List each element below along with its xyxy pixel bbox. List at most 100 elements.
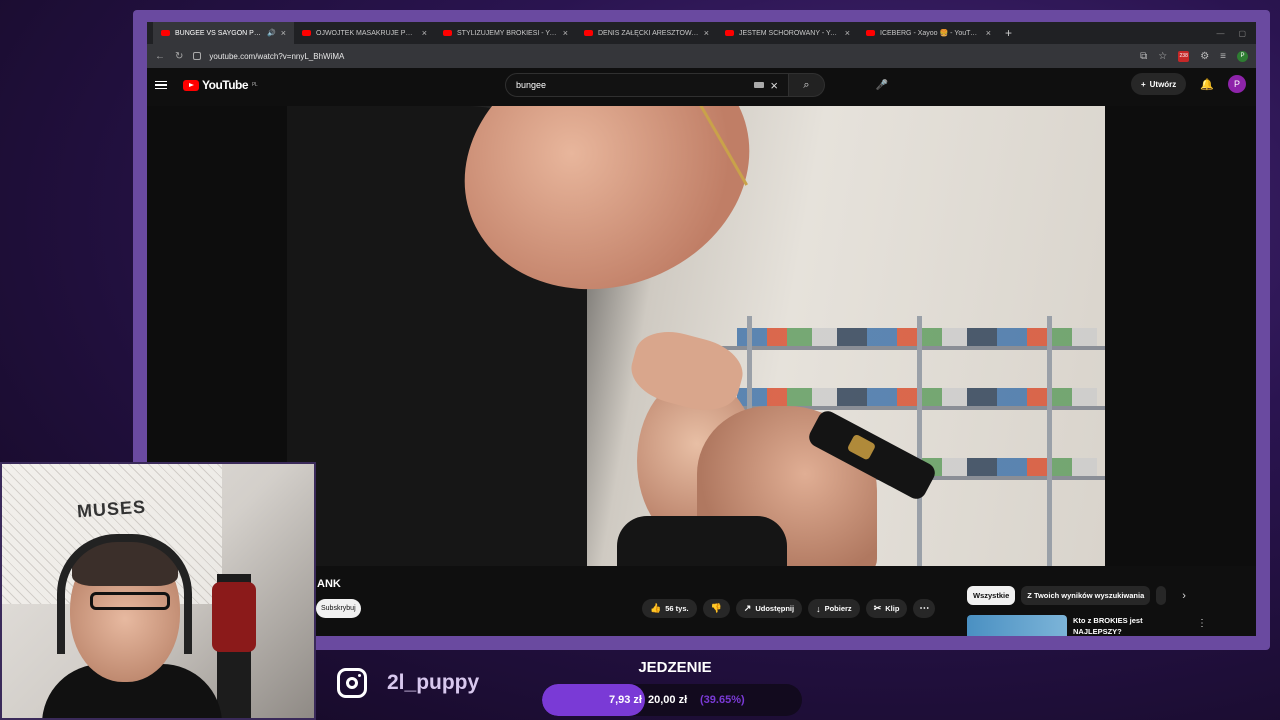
tab-title: ICEBERG - Xayoo 🍔 - YouTube — [880, 30, 981, 37]
extensions-puzzle-icon[interactable]: ⚙ — [1200, 51, 1209, 62]
video-player[interactable] — [287, 106, 1105, 566]
search-value: bungee — [516, 80, 547, 90]
download-label: Pobierz — [824, 604, 852, 613]
more-dots-icon: ⋯ — [919, 603, 930, 614]
instagram-block: 2l_puppy — [337, 668, 479, 698]
search-button[interactable]: ⌕ — [789, 73, 825, 97]
minimize-icon[interactable]: — — [1216, 29, 1224, 38]
video-title: ANK — [317, 578, 341, 590]
video-actions: 👍 56 tys. 👎 ↗ Udostępnij ↓ Pobierz ✂ Kli… — [642, 599, 936, 618]
chip-all[interactable]: Wszystkie — [967, 586, 1016, 605]
close-tab-icon[interactable]: × — [281, 28, 286, 38]
tab-title: OJWOJTEK MASAKRUJE POLSKI — [316, 29, 417, 37]
voice-search-icon[interactable]: 🎤 — [872, 75, 892, 95]
like-count: 56 tys. — [665, 604, 689, 613]
tab-title: STYLIZUJEMY BROKIESI - YouTube — [457, 29, 558, 37]
search-icon: ⌕ — [803, 78, 810, 91]
youtube-favicon-icon — [161, 30, 170, 36]
new-tab-button[interactable]: + — [999, 26, 1018, 40]
tab-title: DENIS ZAŁĘCKI ARESZTOWANY — [598, 29, 699, 37]
thumbs-up-icon: 👍 — [650, 603, 662, 613]
keyboard-icon[interactable] — [754, 82, 765, 88]
extension-badge-icon[interactable]: 238 — [1178, 50, 1190, 62]
recommended-thumbnail[interactable] — [967, 615, 1067, 636]
microphone — [212, 582, 256, 652]
tab-3[interactable]: STYLIZUJEMY BROKIESI - YouTube × — [435, 22, 576, 44]
site-info-icon[interactable] — [193, 52, 202, 60]
webcam: MUSES — [0, 462, 316, 720]
plus-icon: + — [1140, 79, 1146, 89]
chevron-right-icon[interactable]: › — [1182, 590, 1186, 602]
clip-button[interactable]: ✂ Klip — [865, 599, 908, 618]
tab-2[interactable]: OJWOJTEK MASAKRUJE POLSKI × — [294, 22, 435, 44]
close-tab-icon[interactable]: × — [563, 28, 568, 38]
chip-more[interactable] — [1156, 586, 1167, 605]
youtube-favicon-icon — [302, 30, 311, 36]
download-icon: ↓ — [816, 603, 821, 614]
reload-icon[interactable]: ↻ — [175, 51, 183, 62]
tab-4[interactable]: DENIS ZAŁĘCKI ARESZTOWANY × — [576, 22, 717, 44]
window-controls: — ▢ — [1216, 29, 1256, 38]
clear-search-icon[interactable]: × — [770, 78, 778, 93]
youtube-favicon-icon — [866, 30, 875, 36]
header-right: + Utwórz 🔔 P — [1130, 73, 1246, 95]
subscribe-button[interactable]: Subskrybuj — [316, 599, 361, 618]
maximize-icon[interactable]: ▢ — [1238, 29, 1246, 38]
youtube-favicon-icon — [443, 30, 452, 36]
sleeve — [617, 516, 787, 566]
url-field[interactable]: youtube.com/watch?v=nnyL_BhWiMA — [193, 52, 1130, 61]
search-bar: bungee × ⌕ — [505, 73, 825, 97]
logo-region: PL — [252, 82, 258, 88]
goal-title: JEDZENIE — [638, 659, 712, 676]
close-tab-icon[interactable]: × — [986, 28, 991, 38]
speaker-icon[interactable]: 🔊 — [267, 29, 276, 37]
chip-from-search[interactable]: Z Twoich wyników wyszukiwania — [1021, 586, 1151, 605]
scissors-icon: ✂ — [873, 603, 882, 613]
notifications-bell-icon[interactable]: 🔔 — [1200, 78, 1214, 91]
bookmark-star-icon[interactable]: ☆ — [1158, 51, 1167, 62]
hamburger-menu-icon[interactable] — [155, 80, 167, 90]
profile-icon[interactable]: P — [1237, 50, 1248, 62]
like-button[interactable]: 👍 56 tys. — [642, 599, 697, 618]
tab-1[interactable]: BUNGEE VS SAYGON PRANK 🔊 × — [153, 22, 294, 44]
install-app-icon[interactable]: ⧉ — [1140, 51, 1147, 62]
search-input[interactable]: bungee × — [505, 73, 789, 97]
youtube-logo[interactable]: YouTube PL — [183, 78, 258, 92]
reading-list-icon[interactable]: ≡ — [1220, 51, 1226, 62]
goal-percent: (39.65%) — [700, 694, 745, 706]
youtube-play-icon — [183, 79, 199, 91]
youtube-favicon-icon — [725, 30, 734, 36]
create-label: Utwórz — [1149, 79, 1177, 89]
thumbs-down-icon: 👎 — [710, 603, 722, 613]
recommended-title[interactable]: Kto z BROKIES jest NAJLEPSZY? — [1073, 615, 1183, 636]
download-button[interactable]: ↓ Pobierz — [808, 599, 860, 618]
logo-text: YouTube — [202, 78, 249, 92]
create-button[interactable]: + Utwórz — [1130, 73, 1187, 95]
avatar[interactable]: P — [1228, 75, 1246, 93]
more-actions-button[interactable]: ⋯ — [913, 599, 936, 618]
share-button[interactable]: ↗ Udostępnij — [735, 599, 803, 618]
share-label: Udostępnij — [755, 604, 795, 613]
tab-title: JESTEM SCHOROWANY - YouTube — [739, 29, 840, 37]
tab-5[interactable]: JESTEM SCHOROWANY - YouTube × — [717, 22, 858, 44]
close-tab-icon[interactable]: × — [422, 28, 427, 38]
close-tab-icon[interactable]: × — [704, 28, 709, 38]
back-icon[interactable]: ← — [155, 51, 165, 62]
instagram-icon — [337, 668, 367, 698]
dislike-button[interactable]: 👎 — [702, 599, 730, 618]
address-bar: ← ↻ youtube.com/watch?v=nnyL_BhWiMA ⧉ ☆ … — [147, 44, 1256, 68]
extensions-area: ⧉ ☆ 238 ⚙ ≡ P — [1140, 50, 1248, 62]
clip-label: Klip — [885, 604, 900, 613]
youtube-header: YouTube PL bungee × ⌕ 🎤 + Utwórz 🔔 P — [147, 68, 1256, 102]
recommended-menu-icon[interactable]: ⋮ — [1197, 618, 1207, 629]
recommended-video[interactable]: Kto z BROKIES jest NAJLEPSZY? — [967, 615, 1183, 636]
close-tab-icon[interactable]: × — [845, 28, 850, 38]
headset — [57, 534, 192, 654]
youtube-favicon-icon — [584, 30, 593, 36]
goal-current: 7,93 zł — [608, 694, 642, 706]
instagram-handle: 2l_puppy — [387, 671, 480, 694]
tab-6[interactable]: ICEBERG - Xayoo 🍔 - YouTube × — [858, 22, 999, 44]
url-text: youtube.com/watch?v=nnyL_BhWiMA — [209, 51, 345, 61]
tab-title: BUNGEE VS SAYGON PRANK — [175, 29, 262, 37]
tab-bar: BUNGEE VS SAYGON PRANK 🔊 × OJWOJTEK MASA… — [147, 22, 1256, 44]
